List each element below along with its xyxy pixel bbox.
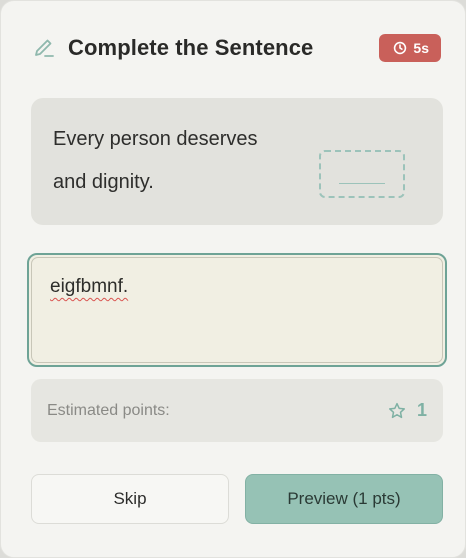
points-label: Estimated points: xyxy=(47,401,170,419)
preview-button[interactable]: Preview (1 pts) xyxy=(245,474,443,524)
blank-slot[interactable] xyxy=(319,150,405,198)
sentence-part-1: Every person deserves xyxy=(53,128,258,150)
exercise-card: Complete the Sentence 5s Every person de… xyxy=(0,0,466,558)
sentence-part-2: and dignity. xyxy=(53,171,154,193)
timer-badge: 5s xyxy=(379,34,441,62)
skip-button[interactable]: Skip xyxy=(31,474,229,524)
answer-input[interactable]: eigfbmnf. xyxy=(31,257,443,363)
points-value: 1 xyxy=(416,400,427,420)
timer-label: 5s xyxy=(413,40,429,56)
sentence-prompt: Every person deserves and dignity. xyxy=(31,98,443,225)
card-header: Complete the Sentence 5s xyxy=(32,31,441,65)
star-icon xyxy=(388,402,405,418)
estimated-points-panel: Estimated points: 1 xyxy=(31,379,443,442)
answer-field[interactable]: eigfbmnf. xyxy=(27,253,447,367)
clock-icon xyxy=(394,41,407,55)
points-value-group: 1 xyxy=(387,400,427,421)
page-title: Complete the Sentence xyxy=(68,35,314,60)
answer-value: eigfbmnf. xyxy=(50,276,129,297)
pencil-icon xyxy=(35,39,54,57)
blank-underline xyxy=(339,183,385,184)
